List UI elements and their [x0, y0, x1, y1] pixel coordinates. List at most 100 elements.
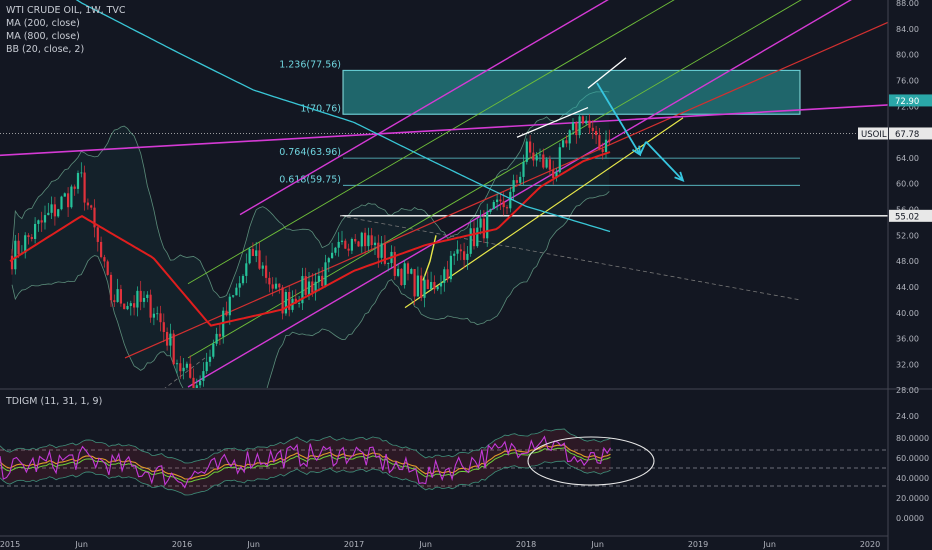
symbol-tag: USOIL: [861, 130, 887, 140]
price-tag-usoil: 67.78: [895, 130, 919, 140]
candle-body: [535, 155, 538, 161]
osc-tick-label: 40.0000: [896, 474, 929, 483]
time-tick-label: 2015: [0, 540, 20, 549]
time-tick-label: Jun: [74, 540, 88, 549]
time-tick-label: Jun: [762, 540, 776, 549]
candle-body: [578, 116, 581, 136]
time-tick-label: Jun: [246, 540, 260, 549]
osc-tick-label: 0.0000: [896, 514, 924, 523]
candle-body: [43, 215, 47, 223]
candle-body: [350, 238, 353, 251]
candle-body: [476, 227, 479, 247]
candle-body: [413, 269, 416, 297]
price-tick-label: 84.00: [896, 25, 919, 34]
legend-ma200: MA (200, close): [6, 18, 80, 29]
price-tick-label: 40.00: [896, 309, 919, 318]
candle-body: [562, 140, 565, 148]
candle-body: [172, 333, 175, 365]
candle-body: [136, 290, 139, 308]
candle-body: [496, 199, 499, 203]
candle-body: [139, 290, 142, 302]
candle-body: [591, 127, 594, 131]
candle-body: [146, 294, 149, 298]
candle-body: [581, 116, 584, 124]
candle-body: [133, 303, 136, 308]
fib-label-1: 1(70.76): [300, 103, 341, 114]
candle-body: [225, 310, 228, 316]
price-tick-label: 88.00: [896, 0, 919, 8]
candle-body: [515, 180, 518, 183]
candle-body: [245, 263, 248, 276]
candle-body: [307, 281, 311, 295]
candle-body: [595, 130, 598, 136]
candle-body: [568, 130, 571, 144]
candle-body: [575, 122, 578, 136]
candle-body: [585, 120, 588, 124]
candle-body: [400, 268, 403, 286]
candle-body: [109, 274, 113, 301]
time-tick-label: 2019: [688, 540, 708, 549]
price-tick-label: 44.00: [896, 283, 919, 292]
candle-body: [182, 367, 185, 372]
candle-body: [499, 199, 502, 202]
candle-body: [40, 220, 43, 223]
candle-body: [588, 120, 591, 128]
candle-body: [156, 313, 159, 315]
candle-body: [529, 141, 532, 153]
candle-body: [238, 283, 241, 288]
candle-body: [317, 275, 320, 282]
candle-body: [100, 241, 103, 258]
candle-body: [218, 333, 221, 337]
candle-body: [212, 343, 215, 357]
candle-body: [255, 250, 258, 257]
candle-body: [608, 139, 611, 143]
candle-body: [166, 331, 169, 346]
price-tick-label: 52.00: [896, 231, 919, 240]
candle-body: [331, 252, 334, 259]
price-tick-label: 60.00: [896, 180, 919, 189]
candle-body: [558, 147, 561, 173]
candle-body: [205, 361, 208, 372]
candle-body: [70, 186, 73, 208]
candle-body: [175, 363, 179, 365]
candle-body: [357, 241, 360, 247]
candle-body: [321, 275, 324, 286]
price-tick-label: 24.00: [896, 412, 919, 421]
oscillator-title: TDIGM (11, 31, 1, 9): [6, 396, 103, 407]
price-chart[interactable]: 1.236(77.56) 1(70.76) 0.764(63.96) 0.618(59…: [0, 0, 932, 550]
oscillator-legend: TDIGM (11, 31, 1, 9): [6, 395, 102, 408]
candle-body: [265, 265, 268, 278]
candle-body: [420, 275, 423, 298]
candle-body: [502, 201, 505, 208]
candle-body: [123, 303, 126, 310]
candle-body: [364, 232, 367, 247]
candle-body: [90, 205, 93, 208]
candle-body: [251, 248, 254, 257]
candle-body: [416, 275, 419, 297]
candle-body: [63, 193, 66, 197]
candle-body: [380, 243, 383, 258]
candle-body: [532, 152, 535, 161]
candle-body: [324, 262, 327, 286]
candle-body: [162, 322, 165, 332]
candle-body: [228, 296, 231, 316]
osc-tick-label: 80.0000: [896, 434, 929, 443]
time-tick-label: 2020: [860, 540, 880, 549]
candle-body: [538, 154, 542, 156]
time-tick-label: Jun: [590, 540, 604, 549]
candle-body: [505, 207, 509, 209]
candle-body: [479, 218, 482, 228]
candle-body: [57, 209, 60, 217]
candle-body: [423, 279, 426, 298]
candle-body: [60, 196, 63, 210]
candle-body: [598, 135, 601, 150]
candle-body: [509, 191, 512, 209]
legend-title: WTI CRUDE OIL, 1W, TVC: [6, 5, 126, 16]
candle-body: [103, 257, 106, 262]
candle-body: [426, 279, 429, 290]
candle-body: [552, 169, 555, 178]
price-tick-label: 64.00: [896, 154, 919, 163]
candle-body: [463, 251, 466, 260]
candle-body: [116, 289, 119, 302]
candle-body: [14, 240, 17, 270]
